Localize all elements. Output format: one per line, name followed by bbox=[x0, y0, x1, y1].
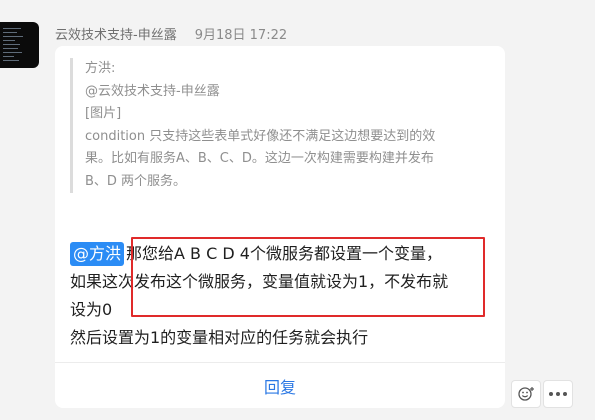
emoji-reaction-button[interactable] bbox=[511, 380, 541, 408]
message-body: @方洪 那您给A B C D 4个微服务都设置一个变量， 如果这次发布这个微服务，… bbox=[70, 240, 498, 352]
avatar[interactable] bbox=[0, 22, 39, 68]
quoted-message[interactable]: 方洪: @云效技术支持-申丝露 [图片] condition 只支持这些表单式好… bbox=[70, 58, 507, 193]
reply-button[interactable]: 回复 bbox=[55, 374, 505, 398]
message-line: 然后设置为1的变量相对应的任务就会执行 bbox=[70, 328, 369, 347]
message-text: 那您给A B C D 4个微服务都设置一个变量， bbox=[126, 244, 442, 263]
message-line: 设为0 bbox=[70, 300, 113, 319]
message-line: 如果这次发布这个微服务，变量值就设为1，不发布就 bbox=[70, 272, 449, 291]
sender-name[interactable]: 云效技术支持-申丝露 bbox=[55, 28, 177, 43]
message-line: @方洪 那您给A B C D 4个微服务都设置一个变量， bbox=[70, 240, 498, 268]
smiley-plus-icon bbox=[518, 387, 534, 401]
quote-text-line: B、D 两个服务。 bbox=[85, 173, 187, 189]
divider bbox=[55, 362, 505, 363]
message-header: 云效技术支持-申丝露 9月18日 17:22 bbox=[55, 24, 287, 43]
quote-mention: @云效技术支持-申丝露 bbox=[85, 83, 220, 99]
quote-author: 方洪: bbox=[85, 61, 116, 76]
quote-text-line: 果。比如有服务A、B、C、D。这边一次构建需要构建并发布 bbox=[85, 151, 434, 166]
message-time: 9月18日 17:22 bbox=[194, 28, 288, 43]
more-dots-icon bbox=[549, 392, 567, 396]
more-options-button[interactable] bbox=[543, 380, 573, 408]
quote-text-line: condition 只支持这些表单式好像还不满足这边想要达到的效 bbox=[85, 128, 436, 144]
chat-view: 云效技术支持-申丝露 9月18日 17:22 方洪: @云效技术支持-申丝露 [图… bbox=[0, 0, 595, 420]
quote-image-placeholder[interactable]: [图片] bbox=[85, 103, 507, 126]
mention-tag[interactable]: @方洪 bbox=[70, 242, 125, 266]
